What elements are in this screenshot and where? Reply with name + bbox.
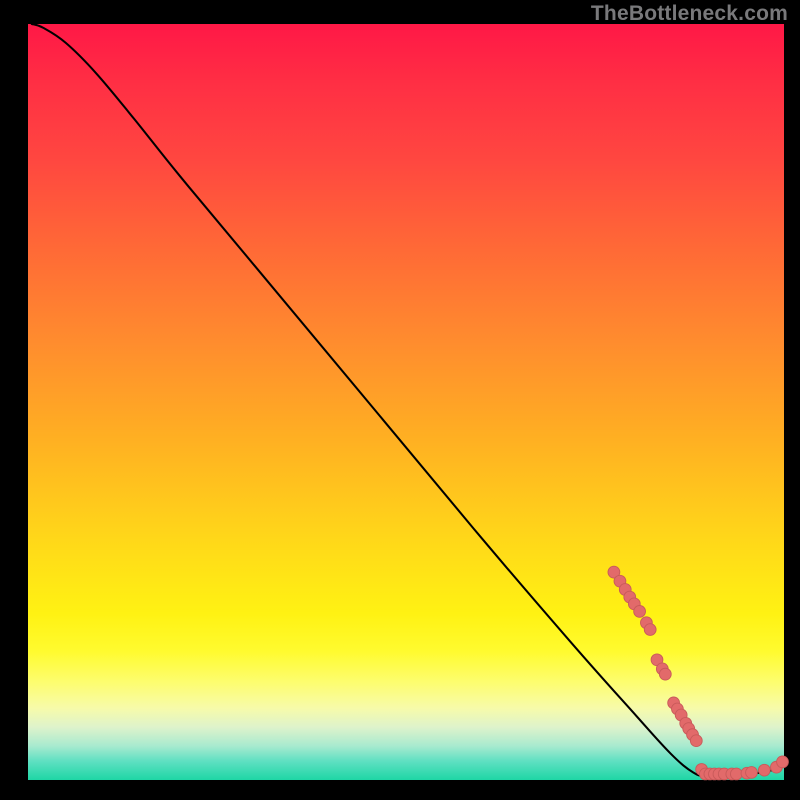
chart-container: TheBottleneck.com xyxy=(0,0,800,800)
data-point xyxy=(659,668,671,680)
data-point xyxy=(690,735,702,747)
data-points xyxy=(608,566,788,780)
data-point xyxy=(730,768,742,780)
plot-area xyxy=(28,24,784,780)
main-curve xyxy=(32,24,784,776)
data-point xyxy=(777,756,789,768)
data-point xyxy=(634,606,646,618)
data-point xyxy=(746,767,758,779)
watermark-text: TheBottleneck.com xyxy=(591,2,788,26)
data-point xyxy=(758,764,770,776)
chart-svg xyxy=(28,24,784,780)
data-point xyxy=(644,624,656,636)
